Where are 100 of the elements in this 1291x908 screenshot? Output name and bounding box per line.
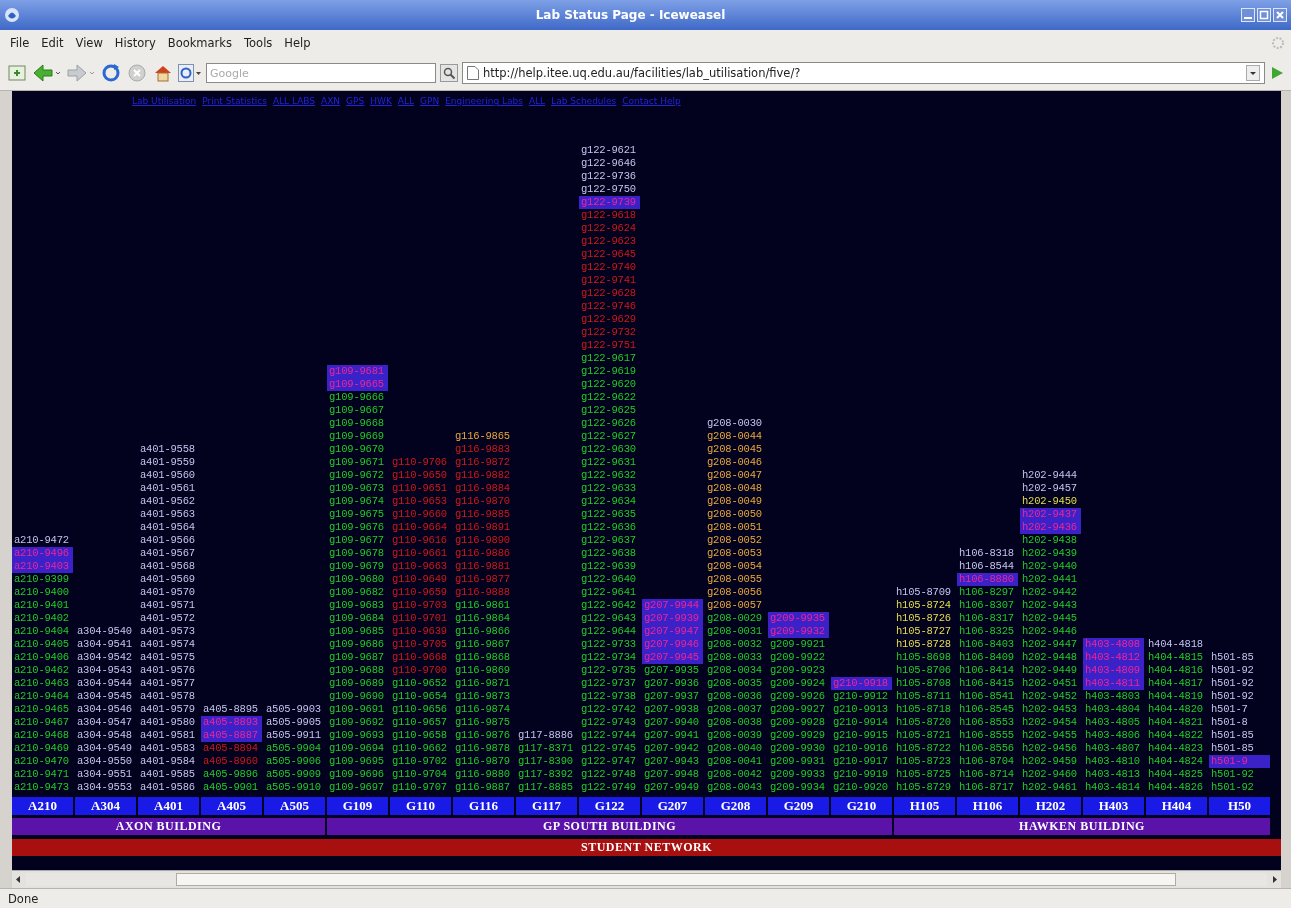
host-label: g122-9741 bbox=[580, 274, 637, 287]
host-label: g122-9638 bbox=[580, 547, 637, 560]
nav-link[interactable]: Contact Help bbox=[622, 96, 681, 106]
go-arrow-icon[interactable] bbox=[1269, 65, 1285, 81]
nav-link[interactable]: HWK bbox=[370, 96, 392, 106]
host-label: g110-9661 bbox=[391, 547, 448, 560]
search-field[interactable]: Google bbox=[206, 63, 436, 83]
search-icon[interactable] bbox=[440, 64, 458, 82]
menu-item[interactable]: Bookmarks bbox=[163, 34, 236, 52]
nav-link[interactable]: GPS bbox=[346, 96, 365, 106]
nav-link[interactable]: ALL LABS bbox=[272, 96, 316, 106]
host-label: g109-9666 bbox=[328, 391, 385, 404]
host-label: g208-0045 bbox=[706, 443, 763, 456]
room-label: G110 bbox=[390, 797, 451, 815]
host-label: g207-9937 bbox=[643, 690, 700, 703]
nav-link[interactable]: GPN bbox=[420, 96, 440, 106]
room-label: G117 bbox=[516, 797, 577, 815]
maximize-icon[interactable] bbox=[1257, 8, 1271, 22]
host-label: g110-9656 bbox=[391, 703, 448, 716]
host-label: g109-9680 bbox=[328, 573, 385, 586]
host-label: h501-85 bbox=[1210, 742, 1255, 755]
host-label: a210-9463 bbox=[13, 677, 70, 690]
menu-item[interactable]: View bbox=[71, 34, 107, 52]
host-label: g109-9684 bbox=[328, 612, 385, 625]
host-label: h105-8706 bbox=[895, 664, 952, 677]
back-arrow-icon[interactable] bbox=[32, 63, 62, 83]
address-bar[interactable]: http://help.itee.uq.edu.au/facilities/lab_utilisation/five/? bbox=[462, 62, 1265, 84]
host-label: g210-9915 bbox=[832, 729, 889, 742]
nav-link[interactable]: Print Statistics bbox=[202, 96, 267, 106]
menu-item[interactable]: History bbox=[110, 34, 160, 52]
dropdown-icon[interactable] bbox=[1246, 65, 1260, 81]
host-label: g209-9923 bbox=[769, 664, 826, 677]
host-label: a405-8893 bbox=[201, 716, 262, 729]
menu-item[interactable]: File bbox=[6, 34, 34, 52]
host-label: h202-9436 bbox=[1020, 521, 1081, 534]
nav-link[interactable]: Engineering Labs bbox=[445, 96, 523, 106]
host-label: g207-9941 bbox=[643, 729, 700, 742]
host-label: h106-8307 bbox=[958, 599, 1015, 612]
host-label: g109-9693 bbox=[328, 729, 385, 742]
host-label: g109-9673 bbox=[328, 482, 385, 495]
host-label: g109-9670 bbox=[328, 443, 385, 456]
host-label: g109-9683 bbox=[328, 599, 385, 612]
minimize-icon[interactable] bbox=[1241, 8, 1255, 22]
host-label: a405-8894 bbox=[202, 742, 259, 755]
scrollbar-thumb[interactable] bbox=[176, 873, 1176, 886]
host-label: g208-0042 bbox=[706, 768, 763, 781]
host-label: a401-9581 bbox=[139, 729, 196, 742]
host-label: g110-9658 bbox=[391, 729, 448, 742]
host-label: g208-0038 bbox=[706, 716, 763, 729]
host-label: g116-9882 bbox=[454, 469, 511, 482]
host-label: a210-9402 bbox=[13, 612, 70, 625]
menu-item[interactable]: Help bbox=[280, 34, 315, 52]
host-label: g110-9664 bbox=[391, 521, 448, 534]
search-engine-icon[interactable] bbox=[178, 64, 202, 82]
host-label: a401-9586 bbox=[139, 781, 196, 794]
reload-icon[interactable] bbox=[100, 63, 122, 83]
room-label: H202 bbox=[1020, 797, 1081, 815]
menu-item[interactable]: Tools bbox=[240, 34, 277, 52]
host-label: h202-9457 bbox=[1021, 482, 1078, 495]
host-label: g116-9877 bbox=[454, 573, 511, 586]
host-label: g208-0039 bbox=[706, 729, 763, 742]
forward-arrow-icon[interactable] bbox=[66, 63, 96, 83]
host-label: g209-9926 bbox=[769, 690, 826, 703]
nav-link[interactable]: Lab Schedules bbox=[551, 96, 617, 106]
host-label: g109-9682 bbox=[328, 586, 385, 599]
stop-icon[interactable] bbox=[126, 63, 148, 83]
host-label: h106-8415 bbox=[958, 677, 1015, 690]
host-label: g207-9945 bbox=[642, 651, 703, 664]
room-label: A505 bbox=[264, 797, 325, 815]
nav-link[interactable]: ALL bbox=[397, 96, 414, 106]
host-label: g209-9921 bbox=[769, 638, 826, 651]
host-label: g209-9924 bbox=[769, 677, 826, 690]
host-label: g208-0046 bbox=[706, 456, 763, 469]
host-label: g110-9650 bbox=[391, 469, 448, 482]
host-label: h202-9440 bbox=[1021, 560, 1078, 573]
room-label: G209 bbox=[768, 797, 829, 815]
host-label: a304-9547 bbox=[76, 716, 133, 729]
host-label: g208-0057 bbox=[706, 599, 763, 612]
close-icon[interactable] bbox=[1273, 8, 1287, 22]
host-label: h202-9449 bbox=[1021, 664, 1078, 677]
nav-link[interactable]: ALL bbox=[528, 96, 546, 106]
host-label: g109-9681 bbox=[327, 365, 388, 378]
host-label: h105-8722 bbox=[895, 742, 952, 755]
host-label: h106-8556 bbox=[958, 742, 1015, 755]
host-label: h404-4820 bbox=[1147, 703, 1204, 716]
host-label: g122-9637 bbox=[580, 534, 637, 547]
host-label: g122-9623 bbox=[580, 235, 637, 248]
host-label: h202-9448 bbox=[1021, 651, 1078, 664]
host-label: a401-9558 bbox=[139, 443, 196, 456]
new-tab-icon[interactable] bbox=[6, 63, 28, 83]
host-label: g207-9939 bbox=[642, 612, 703, 625]
host-label: g110-9653 bbox=[391, 495, 448, 508]
host-label: h404-4824 bbox=[1147, 755, 1204, 768]
host-label: a210-9465 bbox=[13, 703, 70, 716]
nav-link[interactable]: Lab Utilisation bbox=[132, 96, 197, 106]
host-label: g110-9660 bbox=[391, 508, 448, 521]
host-label: g122-9749 bbox=[580, 781, 637, 794]
menu-item[interactable]: Edit bbox=[37, 34, 68, 52]
host-label: h106-8880 bbox=[957, 573, 1018, 586]
nav-link[interactable]: AXN bbox=[321, 96, 341, 106]
